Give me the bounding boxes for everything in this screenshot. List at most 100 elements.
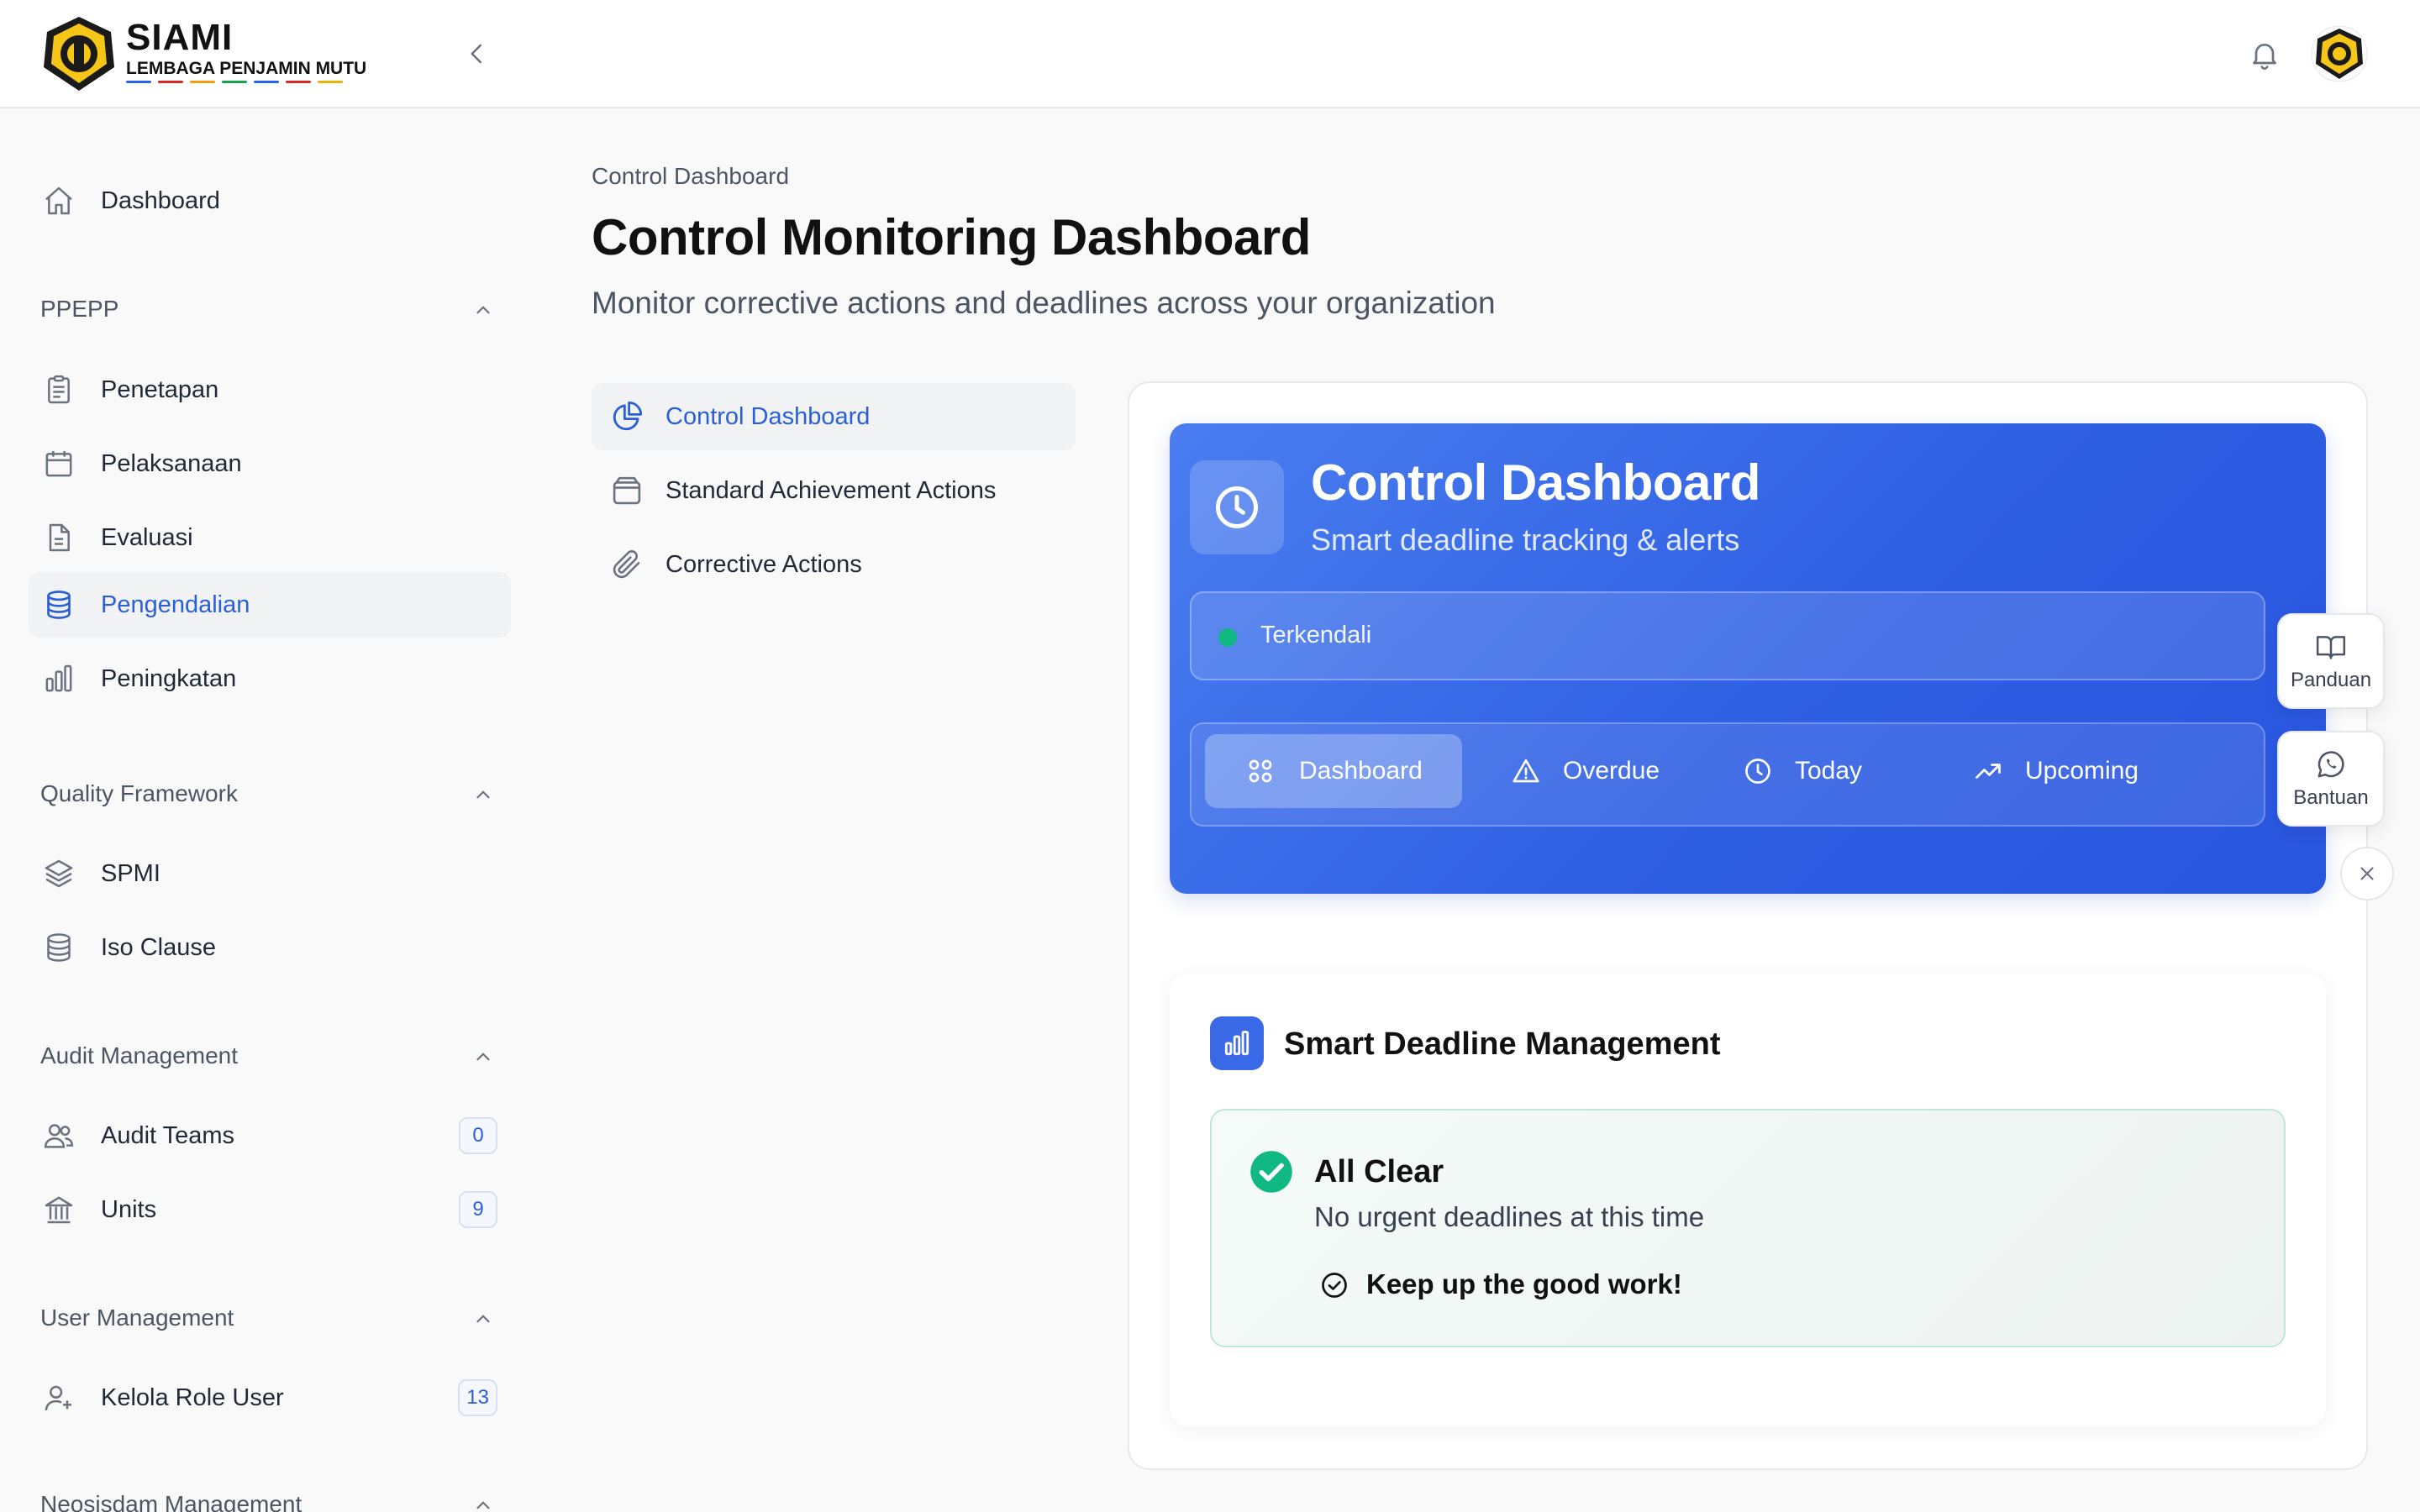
subnav-corrective-actions[interactable]: Corrective Actions: [592, 531, 1076, 598]
sidebar-item-label: Iso Clause: [101, 933, 217, 961]
sidebar-item-iso-clause[interactable]: Iso Clause: [29, 915, 511, 980]
sidebar-item-label: Penetapan: [101, 375, 219, 403]
sidebar-item-label: Units: [101, 1195, 157, 1223]
warning-triangle-icon: [1509, 754, 1543, 788]
guide-button[interactable]: Panduan: [2277, 613, 2385, 709]
sidebar-item-label: Evaluasi: [101, 523, 193, 551]
home-icon: [40, 182, 77, 219]
document-icon: [40, 519, 77, 556]
count-badge: 0: [459, 1117, 497, 1154]
whatsapp-icon: [2317, 751, 2344, 778]
trending-up-icon: [1971, 754, 2005, 788]
brand-title: SIAMI: [126, 17, 234, 58]
sidebar: Dashboard PPEPP Penetapan Pelaksanaan Ev…: [0, 110, 538, 1512]
check-circle-icon: [1249, 1149, 1294, 1194]
sidebar-item-label: Peningkatan: [101, 664, 237, 692]
archive-icon: [608, 472, 645, 509]
sidebar-item-dashboard[interactable]: Dashboard: [29, 168, 511, 234]
tab-upcoming[interactable]: Upcoming: [1931, 734, 2200, 808]
notifications-button[interactable]: [2245, 35, 2284, 74]
paperclip-icon: [608, 546, 645, 583]
chevron-up-icon: [476, 790, 490, 799]
subnav-label: Corrective Actions: [666, 550, 862, 578]
sidebar-item-spmi[interactable]: SPMI: [29, 841, 511, 906]
database-icon: [40, 929, 77, 966]
brand-stripe: [318, 81, 343, 83]
section-header-audit-management[interactable]: Audit Management: [40, 1039, 494, 1073]
layers-icon: [40, 855, 77, 892]
chevron-up-icon: [476, 1053, 490, 1061]
help-label: Bantuan: [2293, 786, 2369, 809]
hero-subtitle: Smart deadline tracking & alerts: [1311, 522, 1740, 557]
grid-icon: [1244, 754, 1277, 788]
subnav-label: Control Dashboard: [666, 402, 871, 430]
database-icon: [40, 586, 77, 623]
chevron-up-icon: [476, 306, 490, 314]
sidebar-item-label: Pelaksanaan: [101, 449, 242, 477]
sidebar-item-units[interactable]: Units 9: [29, 1177, 511, 1242]
brand-stripes: [126, 81, 343, 83]
all-clear-title: All Clear: [1314, 1154, 1444, 1189]
help-button[interactable]: Bantuan: [2277, 731, 2385, 827]
deadline-card-title: Smart Deadline Management: [1284, 1026, 1721, 1062]
check-outline-icon: [1319, 1270, 1349, 1300]
section-header-user-management[interactable]: User Management: [40, 1301, 494, 1335]
all-clear-subtitle: No urgent deadlines at this time: [1314, 1201, 1705, 1232]
close-helpers-button[interactable]: [2340, 847, 2394, 900]
count-badge: 13: [458, 1379, 497, 1416]
brand-stripe: [158, 81, 183, 83]
brand-stripe: [190, 81, 215, 83]
sidebar-collapse-button[interactable]: [460, 37, 494, 71]
user-avatar[interactable]: [2311, 25, 2368, 82]
chevron-left-icon: [471, 44, 481, 64]
chevron-up-icon: [476, 1315, 490, 1323]
sidebar-item-label: SPMI: [101, 859, 160, 887]
control-dashboard-hero: Control Dashboard Smart deadline trackin…: [1170, 423, 2326, 894]
guide-label: Panduan: [2290, 669, 2372, 691]
breadcrumb[interactable]: Control Dashboard: [592, 163, 789, 190]
building-icon: [40, 1191, 77, 1228]
smart-deadline-card: Smart Deadline Management All Clear No u…: [1170, 974, 2326, 1426]
sidebar-item-pengendalian[interactable]: Pengendalian: [29, 572, 511, 638]
tab-dashboard[interactable]: Dashboard: [1205, 734, 1462, 808]
user-plus-icon: [40, 1379, 77, 1416]
sidebar-item-label: Dashboard: [101, 186, 220, 214]
section-header-ppepp[interactable]: PPEPP: [40, 292, 494, 326]
sidebar-item-label: Kelola Role User: [101, 1383, 284, 1411]
university-seal-logo[interactable]: [40, 15, 118, 92]
sidebar-item-evaluasi[interactable]: Evaluasi: [29, 505, 511, 570]
sidebar-item-audit-teams[interactable]: Audit Teams 0: [29, 1103, 511, 1168]
status-indicator: Terkendali: [1190, 591, 2265, 680]
clock-icon: [1190, 460, 1284, 554]
sidebar-item-label: Audit Teams: [101, 1121, 235, 1149]
sidebar-item-kelola-role-user[interactable]: Kelola Role User 13: [29, 1365, 511, 1431]
book-open-icon: [2316, 636, 2346, 659]
brand-subtitle: LEMBAGA PENJAMIN MUTU: [126, 59, 367, 78]
bar-chart-icon: [40, 660, 77, 697]
brand-stripe: [222, 81, 247, 83]
hero-title: Control Dashboard: [1311, 454, 1760, 511]
sidebar-item-pelaksanaan[interactable]: Pelaksanaan: [29, 431, 511, 496]
sidebar-item-penetapan[interactable]: Penetapan: [29, 357, 511, 423]
tab-today[interactable]: Today: [1701, 734, 1911, 808]
subnav-label: Standard Achievement Actions: [666, 476, 997, 504]
subnav-standard-achievement-actions[interactable]: Standard Achievement Actions: [592, 457, 1076, 524]
calendar-icon: [40, 445, 77, 482]
top-bar: SIAMI LEMBAGA PENJAMIN MUTU: [0, 0, 2420, 108]
bell-icon: [2253, 44, 2276, 70]
brand-stripe: [126, 81, 151, 83]
close-icon: [2360, 867, 2374, 880]
sidebar-item-label: Pengendalian: [101, 591, 250, 618]
all-clear-panel: All Clear No urgent deadlines at this ti…: [1210, 1109, 2286, 1347]
brand-stripe: [254, 81, 279, 83]
bar-chart-icon: [1210, 1016, 1264, 1070]
clipboard-icon: [40, 371, 77, 408]
page-subtitle: Monitor corrective actions and deadlines…: [592, 286, 1496, 320]
section-header-quality-framework[interactable]: Quality Framework: [40, 777, 494, 811]
tab-overdue[interactable]: Overdue: [1469, 734, 1696, 808]
status-label: Terkendali: [1260, 622, 1372, 648]
all-clear-note: Keep up the good work!: [1366, 1268, 1682, 1299]
sidebar-item-peningkatan[interactable]: Peningkatan: [29, 646, 511, 711]
subnav-control-dashboard[interactable]: Control Dashboard: [592, 383, 1076, 450]
section-header-neosisdam-management[interactable]: Neosisdam Management: [40, 1488, 494, 1512]
